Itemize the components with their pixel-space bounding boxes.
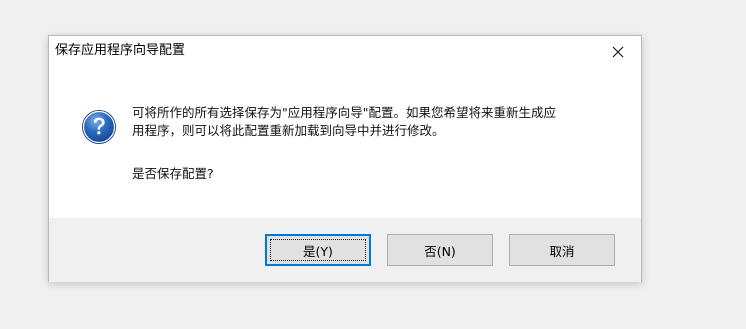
cancel-button[interactable]: 取消	[509, 234, 615, 266]
dialog-message: 可将所作的所有选择保存为"应用程序向导"配置。如果您希望将来重新生成应 用程序，…	[132, 104, 612, 140]
dialog-body: 可将所作的所有选择保存为"应用程序向导"配置。如果您希望将来重新生成应 用程序，…	[49, 67, 641, 218]
save-config-dialog: 保存应用程序向导配置 可将所作的所有选择保存为"应用程序向导"配置。如果您希望将…	[48, 35, 642, 282]
close-icon	[612, 46, 624, 58]
message-line-2: 用程序，则可以将此配置重新加载到向导中并进行修改。	[132, 123, 445, 138]
question-icon	[81, 109, 117, 145]
dialog-question: 是否保存配置?	[132, 166, 214, 181]
close-button[interactable]	[595, 36, 641, 67]
button-bar: 是(Y) 否(N) 取消	[49, 218, 641, 282]
yes-button[interactable]: 是(Y)	[265, 234, 371, 266]
title-bar: 保存应用程序向导配置	[49, 36, 641, 67]
no-button[interactable]: 否(N)	[387, 234, 493, 266]
dialog-title: 保存应用程序向导配置	[55, 43, 186, 58]
message-line-1: 可将所作的所有选择保存为"应用程序向导"配置。如果您希望将来重新生成应	[132, 105, 557, 120]
